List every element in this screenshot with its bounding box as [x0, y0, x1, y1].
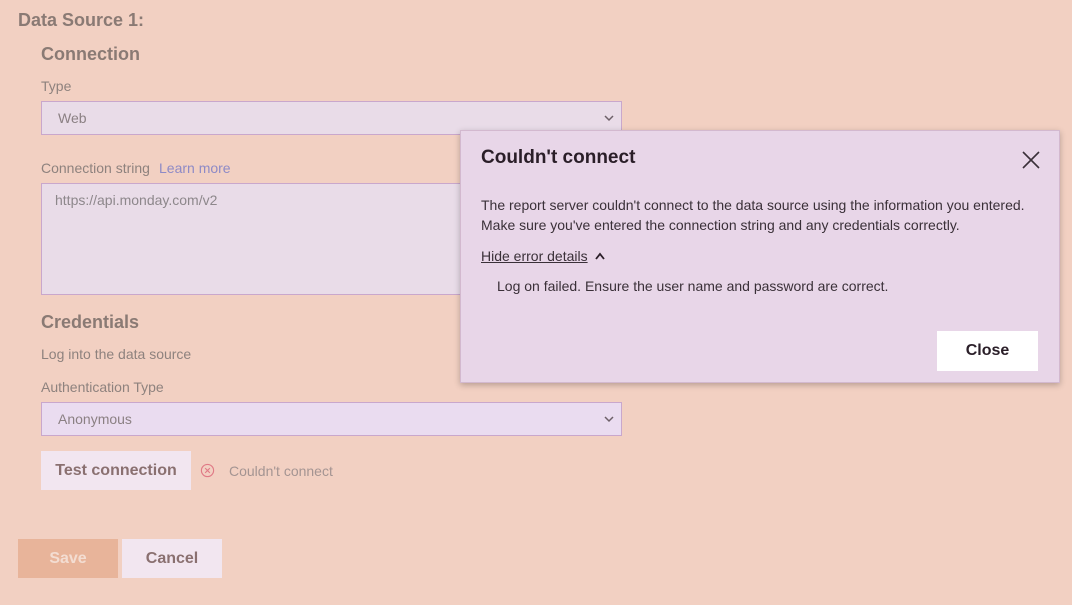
save-button[interactable]: Save	[18, 539, 118, 578]
dialog-title: Couldn't connect	[481, 147, 636, 168]
data-source-title: Data Source 1:	[18, 10, 145, 30]
chevron-down-icon	[604, 416, 614, 423]
auth-type-label: Authentication Type	[41, 379, 164, 395]
conn-string-label: Connection string	[41, 160, 150, 176]
hide-error-details-toggle[interactable]: Hide error details	[481, 248, 606, 264]
test-connection-button[interactable]: Test connection	[41, 451, 191, 490]
learn-more-link[interactable]: Learn more	[159, 160, 231, 176]
cancel-button[interactable]: Cancel	[122, 539, 222, 578]
hide-error-details-label: Hide error details	[481, 248, 588, 264]
dialog-message: The report server couldn't connect to th…	[481, 197, 1025, 233]
type-select-value: Web	[58, 110, 87, 126]
connection-heading: Connection	[41, 44, 140, 64]
conn-string-value: https://api.monday.com/v2	[55, 192, 218, 208]
auth-type-select[interactable]: Anonymous	[41, 402, 622, 436]
credentials-heading: Credentials	[41, 312, 140, 332]
dialog-close-button[interactable]: Close	[937, 331, 1038, 371]
close-icon[interactable]	[1020, 149, 1042, 171]
credentials-description: Log into the data source	[41, 346, 192, 362]
data-source-page: Data Source 1: Connection Type Web Conne…	[0, 0, 1072, 605]
auth-type-value: Anonymous	[58, 411, 132, 427]
chevron-down-icon	[604, 115, 614, 122]
chevron-up-icon	[594, 252, 605, 260]
error-detail-text: Log on failed. Ensure the user name and …	[497, 278, 889, 294]
error-circle-icon	[200, 463, 215, 478]
type-label: Type	[41, 78, 72, 94]
error-dialog: Couldn't connect The report server could…	[460, 130, 1060, 383]
connection-status-text: Couldn't connect	[229, 463, 333, 479]
